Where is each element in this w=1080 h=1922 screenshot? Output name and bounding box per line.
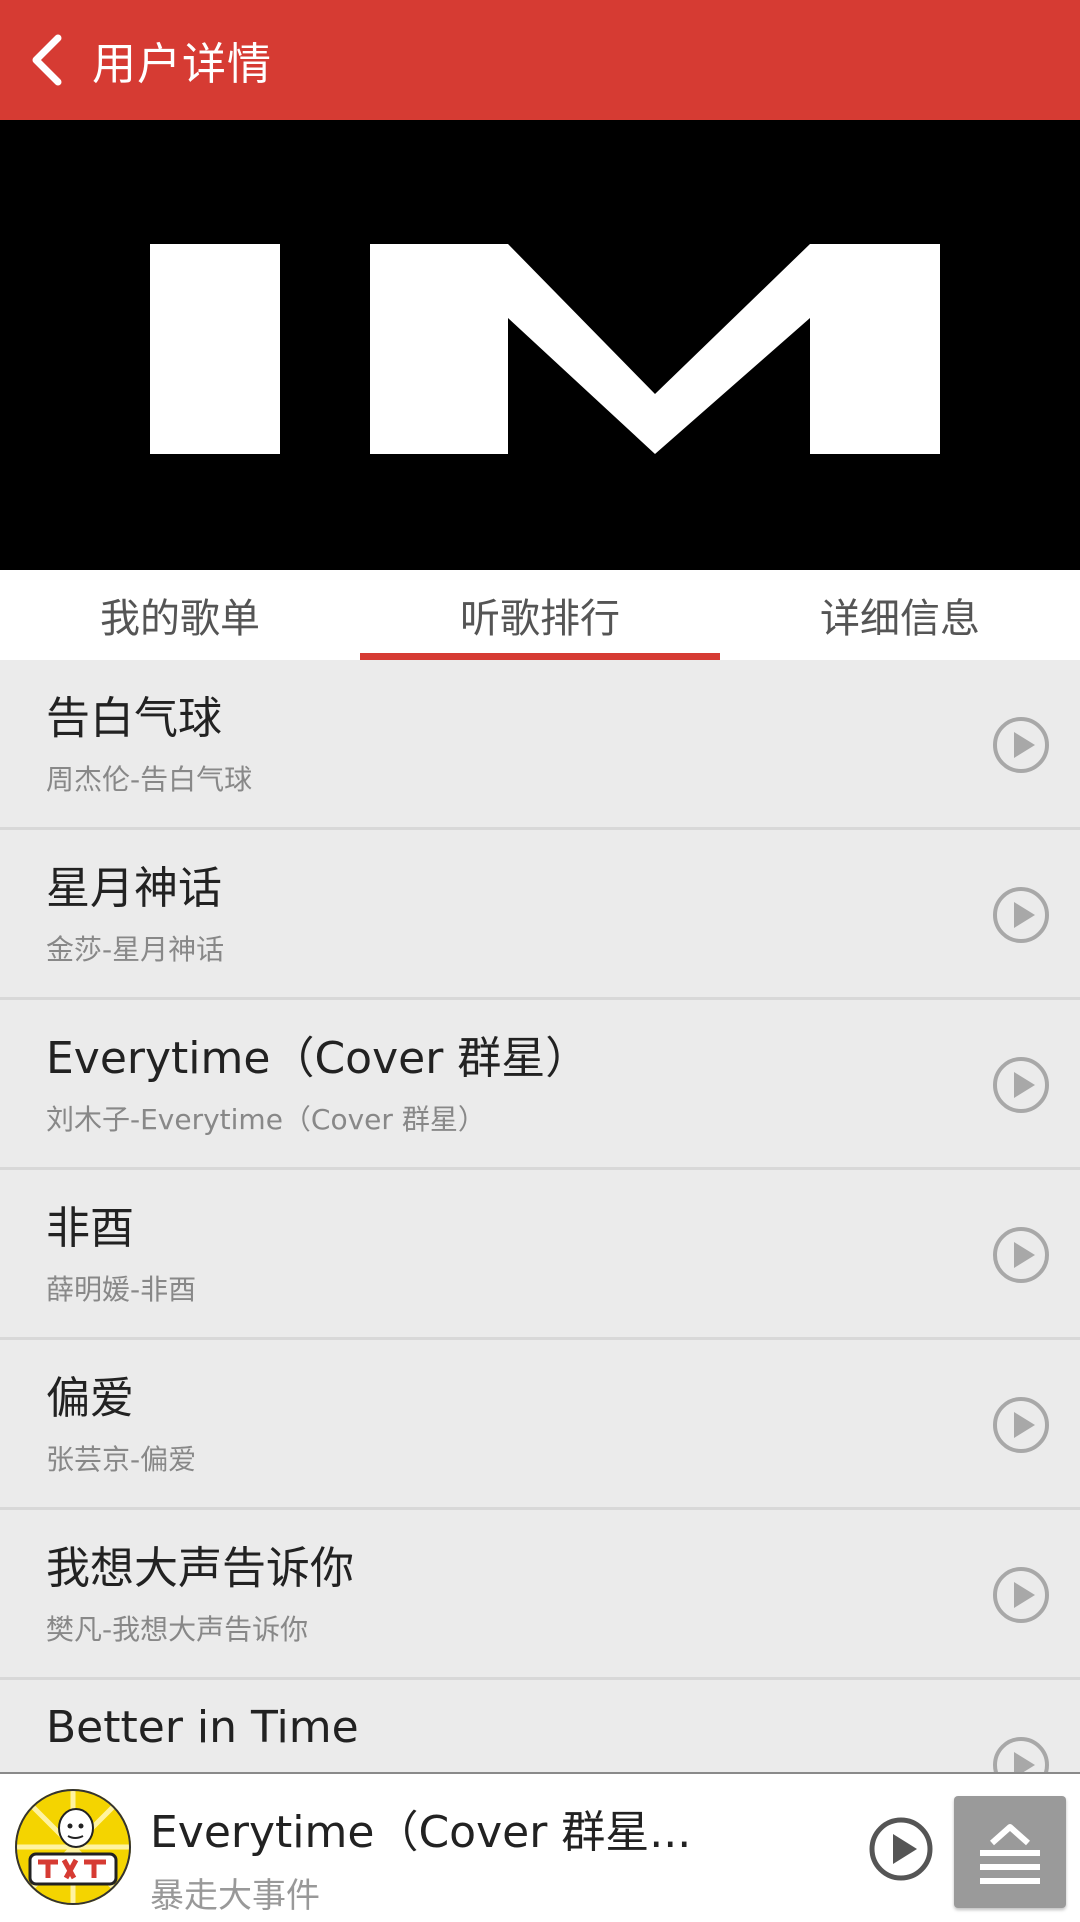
song-subtitle: 刘木子-Everytime（Cover 群星）: [46, 1103, 486, 1136]
list-item[interactable]: Everytime（Cover 群星） 刘木子-Everytime（Cover …: [0, 1000, 1080, 1170]
play-icon[interactable]: [992, 1566, 1050, 1624]
song-subtitle: 张芸京-偏爱: [46, 1443, 197, 1476]
list-item[interactable]: 星月神话 金莎-星月神话: [0, 830, 1080, 1000]
play-icon[interactable]: [992, 716, 1050, 774]
list-item[interactable]: 我想大声告诉你 樊凡-我想大声告诉你: [0, 1510, 1080, 1680]
back-button[interactable]: [0, 0, 92, 120]
playlist-button[interactable]: [954, 1796, 1066, 1908]
tab-bar: 我的歌单 听歌排行 详细信息: [0, 570, 1080, 660]
tab-listening-rank[interactable]: 听歌排行: [360, 570, 720, 660]
song-title: 偏爱: [46, 1373, 134, 1424]
im-logo: [150, 244, 940, 454]
list-item[interactable]: 告白气球 周杰伦-告白气球: [0, 660, 1080, 830]
app-header: 用户详情: [0, 0, 1080, 120]
play-icon[interactable]: [868, 1816, 934, 1882]
play-icon[interactable]: [992, 1226, 1050, 1284]
chevron-left-icon: [32, 34, 62, 86]
now-playing-artist: 暴走大事件: [150, 1876, 320, 1916]
song-subtitle: 薛明媛-非酉: [46, 1273, 197, 1306]
cartoon-avatar-icon: [14, 1788, 132, 1906]
song-title: 非酉: [46, 1203, 134, 1254]
play-icon[interactable]: [992, 1396, 1050, 1454]
play-icon[interactable]: [992, 886, 1050, 944]
song-subtitle: 周杰伦-告白气球: [46, 763, 253, 796]
playlist-icon: [980, 1824, 1040, 1884]
song-title: 星月神话: [46, 863, 222, 914]
tab-details[interactable]: 详细信息: [720, 570, 1080, 660]
list-item[interactable]: 非酉 薛明媛-非酉: [0, 1170, 1080, 1340]
song-list: 告白气球 周杰伦-告白气球 星月神话 金莎-星月神话 Everytime（Cov…: [0, 660, 1080, 1772]
list-item[interactable]: Better in Time: [0, 1680, 1080, 1772]
song-title: 我想大声告诉你: [46, 1543, 354, 1594]
song-title: Everytime（Cover 群星）: [46, 1033, 590, 1084]
play-icon[interactable]: [992, 1736, 1050, 1772]
play-icon[interactable]: [992, 1056, 1050, 1114]
page-title: 用户详情: [92, 39, 272, 90]
profile-banner: [0, 120, 1080, 570]
song-subtitle: 樊凡-我想大声告诉你: [46, 1613, 309, 1646]
song-subtitle: 金莎-星月神话: [46, 933, 225, 966]
list-item[interactable]: 偏爱 张芸京-偏爱: [0, 1340, 1080, 1510]
song-title: Better in Time: [46, 1702, 359, 1753]
song-title: 告白气球: [46, 693, 222, 744]
tab-my-playlists[interactable]: 我的歌单: [0, 570, 360, 660]
now-playing-title: Everytime（Cover 群星...: [150, 1807, 692, 1858]
mini-player[interactable]: Everytime（Cover 群星... 暴走大事件: [0, 1772, 1080, 1922]
